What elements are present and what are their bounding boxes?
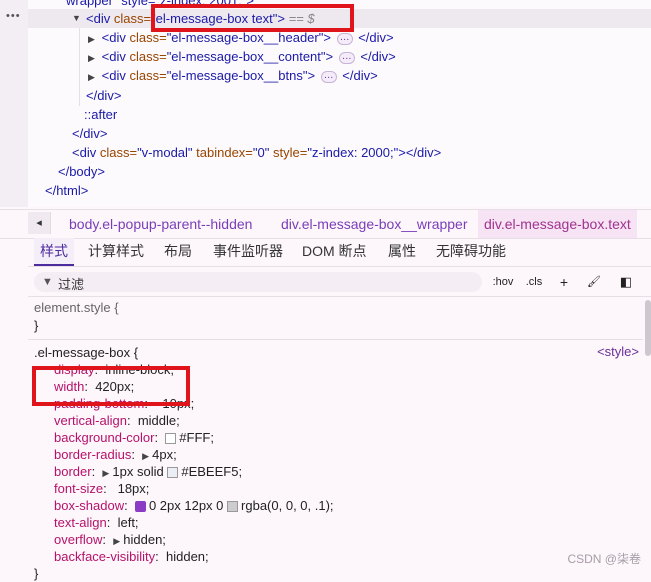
styles-pane: element.style { } <style> .el-message-bo…: [28, 297, 643, 581]
element-style-close: }: [34, 318, 39, 333]
decl-backface-visibility[interactable]: backface-visibility: hidden;: [54, 548, 209, 565]
decl-display[interactable]: display: inline-block;: [54, 361, 174, 378]
rule-close: }: [34, 566, 39, 581]
dom-line-close-div-2[interactable]: </div>: [72, 124, 107, 143]
color-swatch[interactable]: [167, 467, 179, 479]
collapsed-content-icon[interactable]: …: [320, 70, 337, 83]
style-source-link[interactable]: <style>: [597, 344, 639, 359]
collapsed-content-icon[interactable]: …: [336, 32, 353, 45]
tab-properties[interactable]: 属性: [388, 238, 416, 264]
shadow-editor-icon[interactable]: [134, 501, 146, 513]
dom-line-close-div[interactable]: </div>: [86, 86, 121, 105]
dom-line-selected[interactable]: ▼ <div class="el-message-box text"> == $: [28, 9, 651, 28]
expanded-triangle-icon[interactable]: ▼: [72, 9, 82, 28]
styles-scrollbar[interactable]: [645, 300, 651, 356]
decl-width[interactable]: width: 420px;: [54, 378, 134, 395]
watermark: CSDN @柒卷: [567, 552, 641, 566]
rule-selector[interactable]: .el-message-box {: [34, 344, 138, 361]
tab-dom-breakpoints[interactable]: DOM 断点: [302, 238, 367, 264]
breadcrumb-back-icon[interactable]: ◂: [28, 212, 51, 234]
dom-line-content[interactable]: ▶ <div class="el-message-box__content"> …: [88, 47, 396, 66]
color-swatch[interactable]: [227, 501, 239, 513]
dom-line-close-body[interactable]: </body>: [58, 162, 105, 181]
element-style-rule[interactable]: element.style { }: [28, 297, 643, 340]
collapsed-content-icon[interactable]: …: [338, 51, 355, 64]
decl-padding-bottom[interactable]: padding-bottom: 10px;: [54, 395, 194, 412]
filter-placeholder: 过滤: [58, 277, 85, 292]
element-style-selector[interactable]: element.style {: [34, 299, 119, 316]
decl-box-shadow[interactable]: box-shadow: 0 2px 12px 0 rgba(0, 0, 0, .…: [54, 497, 334, 514]
dom-gutter: •••: [0, 0, 28, 207]
decl-vertical-align[interactable]: vertical-align: middle;: [54, 412, 180, 429]
filter-icon: ▼: [42, 276, 53, 288]
collapsed-triangle-icon[interactable]: ▶: [88, 68, 98, 87]
breadcrumb-item-wrapper[interactable]: div.el-message-box__wrapper: [281, 210, 468, 238]
indent-guide: [79, 28, 80, 106]
hov-button[interactable]: :hov: [492, 272, 514, 292]
dom-line-v-modal[interactable]: <div class="v-modal" tabindex="0" style=…: [72, 143, 441, 162]
paint-brush-icon[interactable]: 🖌: [586, 272, 602, 292]
decl-font-size[interactable]: font-size: 18px;: [54, 480, 149, 497]
color-swatch[interactable]: [165, 433, 177, 445]
styles-toolbar: ▼ 过滤 :hov .cls + 🖌 ◧: [28, 268, 651, 297]
tab-computed[interactable]: 计算样式: [88, 238, 144, 264]
dom-line-btns[interactable]: ▶ <div class="el-message-box__btns"> … <…: [88, 66, 378, 85]
decl-border-radius[interactable]: border-radius: ▶ 4px;: [54, 446, 177, 463]
breadcrumb: ◂ body.el-popup-parent--hidden div.el-me…: [0, 209, 651, 239]
tab-layout[interactable]: 布局: [164, 238, 192, 264]
dom-line-after[interactable]: ::after: [84, 105, 117, 124]
more-dots-icon[interactable]: •••: [6, 10, 21, 22]
breadcrumb-item-message-box[interactable]: div.el-message-box.text: [478, 210, 637, 238]
new-rule-icon[interactable]: +: [556, 272, 572, 292]
decl-background-color[interactable]: background-color: #FFF;: [54, 429, 214, 446]
tab-styles[interactable]: 样式: [34, 238, 74, 266]
dom-line-close-html[interactable]: </html>: [45, 181, 88, 200]
decl-overflow[interactable]: overflow: ▶ hidden;: [54, 531, 166, 548]
decl-text-align[interactable]: text-align: left;: [54, 514, 139, 531]
tab-accessibility[interactable]: 无障碍功能: [436, 238, 506, 264]
filter-input[interactable]: ▼ 过滤: [34, 272, 482, 292]
sidebar-tabs: 样式 计算样式 布局 事件监听器 DOM 断点 属性 无障碍功能: [28, 238, 651, 267]
selected-node-marker: == $: [288, 11, 315, 26]
cls-button[interactable]: .cls: [524, 272, 544, 292]
tab-event-listeners[interactable]: 事件监听器: [213, 238, 283, 264]
dom-line-header[interactable]: ▶ <div class="el-message-box__header"> ……: [88, 28, 394, 47]
toggle-sidebar-icon[interactable]: ◧: [618, 272, 634, 292]
breadcrumb-item-body[interactable]: body.el-popup-parent--hidden: [69, 210, 252, 238]
decl-border[interactable]: border: ▶ 1px solid #EBEEF5;: [54, 463, 242, 480]
